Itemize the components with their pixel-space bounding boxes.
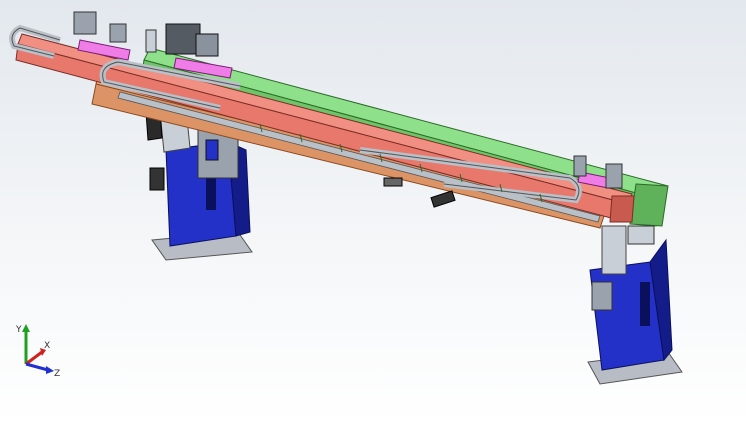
right-steel-post	[601, 225, 627, 275]
top-left-clamp	[73, 11, 97, 35]
triad-x-axis	[25, 350, 43, 366]
top-bracket-post	[145, 29, 157, 53]
upper-beam-end	[609, 195, 635, 223]
upper-beam-top	[17, 33, 633, 205]
green-rail-end	[629, 183, 669, 227]
cad-viewport[interactable]: Y X Z	[0, 0, 746, 424]
triad-y-arrow-icon	[22, 324, 30, 332]
right-lower-bracket	[591, 281, 613, 311]
right-end-clamp-2	[605, 163, 623, 189]
left-side-bracket	[149, 167, 165, 191]
triad-z-arrow-icon	[46, 366, 54, 374]
coordinate-triad[interactable]: Y X Z	[14, 322, 64, 376]
right-column-slot	[640, 282, 650, 326]
triad-y-label: Y	[15, 325, 22, 335]
gantry-model[interactable]	[0, 0, 746, 424]
top-left-clamp-2	[109, 23, 127, 43]
triad-z-axis	[25, 362, 49, 372]
triad-x-label: X	[44, 341, 50, 351]
top-drive-detail	[195, 33, 219, 57]
mid-actuator	[430, 190, 456, 208]
triad-z-label: Z	[54, 369, 60, 376]
mid-bracket	[383, 177, 403, 187]
left-gear-detail	[205, 139, 219, 161]
top-drive-housing	[165, 23, 201, 55]
right-end-clamp	[573, 155, 587, 177]
right-end-motor	[627, 225, 655, 245]
